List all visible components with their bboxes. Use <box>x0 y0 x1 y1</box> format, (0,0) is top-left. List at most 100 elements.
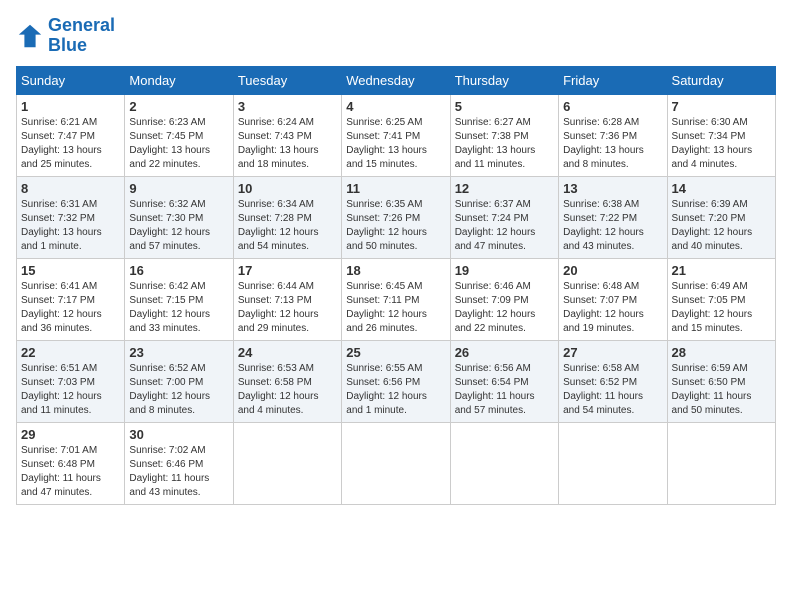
calendar-day-cell: 22 Sunrise: 6:51 AM Sunset: 7:03 PM Dayli… <box>17 340 125 422</box>
logo-text: GeneralBlue <box>48 16 115 56</box>
day-number: 4 <box>346 99 445 114</box>
calendar-day-cell: 2 Sunrise: 6:23 AM Sunset: 7:45 PM Daylig… <box>125 94 233 176</box>
day-number: 23 <box>129 345 228 360</box>
calendar-day-cell: 24 Sunrise: 6:53 AM Sunset: 6:58 PM Dayli… <box>233 340 341 422</box>
day-info: Sunrise: 6:42 AM Sunset: 7:15 PM Dayligh… <box>129 280 228 336</box>
day-info: Sunrise: 6:30 AM Sunset: 7:34 PM Dayligh… <box>672 116 771 172</box>
day-number: 26 <box>455 345 554 360</box>
day-number: 28 <box>672 345 771 360</box>
day-info: Sunrise: 6:46 AM Sunset: 7:09 PM Dayligh… <box>455 280 554 336</box>
calendar-week-row: 22 Sunrise: 6:51 AM Sunset: 7:03 PM Dayli… <box>17 340 776 422</box>
calendar-day-cell: 26 Sunrise: 6:56 AM Sunset: 6:54 PM Dayli… <box>450 340 558 422</box>
day-number: 10 <box>238 181 337 196</box>
day-number: 1 <box>21 99 120 114</box>
calendar-day-cell: 12Sunrise: 6:37 AM Sunset: 7:24 PM Dayli… <box>450 176 558 258</box>
calendar-day-cell: 23 Sunrise: 6:52 AM Sunset: 7:00 PM Dayli… <box>125 340 233 422</box>
logo: GeneralBlue <box>16 16 115 56</box>
day-info: Sunrise: 6:21 AM Sunset: 7:47 PM Dayligh… <box>21 116 120 172</box>
weekday-header: Saturday <box>667 66 775 94</box>
calendar-day-cell: 10Sunrise: 6:34 AM Sunset: 7:28 PM Dayli… <box>233 176 341 258</box>
calendar-day-cell: 6 Sunrise: 6:28 AM Sunset: 7:36 PM Daylig… <box>559 94 667 176</box>
day-info: Sunrise: 6:35 AM Sunset: 7:26 PM Dayligh… <box>346 198 445 254</box>
day-number: 24 <box>238 345 337 360</box>
logo-icon <box>16 22 44 50</box>
calendar-week-row: 1 Sunrise: 6:21 AM Sunset: 7:47 PM Daylig… <box>17 94 776 176</box>
day-info: Sunrise: 6:51 AM Sunset: 7:03 PM Dayligh… <box>21 362 120 418</box>
calendar-day-cell: 1 Sunrise: 6:21 AM Sunset: 7:47 PM Daylig… <box>17 94 125 176</box>
calendar-day-cell: 15Sunrise: 6:41 AM Sunset: 7:17 PM Dayli… <box>17 258 125 340</box>
calendar-day-cell: 27Sunrise: 6:58 AM Sunset: 6:52 PM Dayli… <box>559 340 667 422</box>
day-number: 22 <box>21 345 120 360</box>
calendar-day-cell: 18 Sunrise: 6:45 AM Sunset: 7:11 PM Dayli… <box>342 258 450 340</box>
day-info: Sunrise: 6:23 AM Sunset: 7:45 PM Dayligh… <box>129 116 228 172</box>
day-number: 11 <box>346 181 445 196</box>
day-number: 14 <box>672 181 771 196</box>
day-number: 16 <box>129 263 228 278</box>
weekday-header: Friday <box>559 66 667 94</box>
calendar-day-cell: 21Sunrise: 6:49 AM Sunset: 7:05 PM Dayli… <box>667 258 775 340</box>
day-number: 20 <box>563 263 662 278</box>
calendar-day-cell <box>342 422 450 504</box>
day-info: Sunrise: 6:58 AM Sunset: 6:52 PM Dayligh… <box>563 362 662 418</box>
weekday-header: Wednesday <box>342 66 450 94</box>
day-info: Sunrise: 6:24 AM Sunset: 7:43 PM Dayligh… <box>238 116 337 172</box>
calendar-day-cell: 7 Sunrise: 6:30 AM Sunset: 7:34 PM Daylig… <box>667 94 775 176</box>
day-number: 3 <box>238 99 337 114</box>
calendar-day-cell: 9Sunrise: 6:32 AM Sunset: 7:30 PM Daylig… <box>125 176 233 258</box>
day-info: Sunrise: 6:32 AM Sunset: 7:30 PM Dayligh… <box>129 198 228 254</box>
calendar-day-cell: 19 Sunrise: 6:46 AM Sunset: 7:09 PM Dayli… <box>450 258 558 340</box>
calendar-day-cell: 4 Sunrise: 6:25 AM Sunset: 7:41 PM Daylig… <box>342 94 450 176</box>
day-number: 12 <box>455 181 554 196</box>
day-info: Sunrise: 6:48 AM Sunset: 7:07 PM Dayligh… <box>563 280 662 336</box>
day-number: 7 <box>672 99 771 114</box>
day-number: 17 <box>238 263 337 278</box>
calendar-day-cell: 17Sunrise: 6:44 AM Sunset: 7:13 PM Dayli… <box>233 258 341 340</box>
calendar-day-cell: 8 Sunrise: 6:31 AM Sunset: 7:32 PM Daylig… <box>17 176 125 258</box>
calendar-day-cell: 13 Sunrise: 6:38 AM Sunset: 7:22 PM Dayli… <box>559 176 667 258</box>
day-info: Sunrise: 6:56 AM Sunset: 6:54 PM Dayligh… <box>455 362 554 418</box>
day-info: Sunrise: 6:25 AM Sunset: 7:41 PM Dayligh… <box>346 116 445 172</box>
calendar-body: 1 Sunrise: 6:21 AM Sunset: 7:47 PM Daylig… <box>17 94 776 504</box>
day-number: 25 <box>346 345 445 360</box>
day-number: 15 <box>21 263 120 278</box>
weekday-header: Sunday <box>17 66 125 94</box>
calendar-day-cell: 25Sunrise: 6:55 AM Sunset: 6:56 PM Dayli… <box>342 340 450 422</box>
day-info: Sunrise: 7:02 AM Sunset: 6:46 PM Dayligh… <box>129 444 228 500</box>
calendar-day-cell: 29 Sunrise: 7:01 AM Sunset: 6:48 PM Dayli… <box>17 422 125 504</box>
weekday-header: Monday <box>125 66 233 94</box>
day-info: Sunrise: 6:59 AM Sunset: 6:50 PM Dayligh… <box>672 362 771 418</box>
calendar-day-cell: 20 Sunrise: 6:48 AM Sunset: 7:07 PM Dayli… <box>559 258 667 340</box>
calendar-week-row: 29 Sunrise: 7:01 AM Sunset: 6:48 PM Dayli… <box>17 422 776 504</box>
day-number: 21 <box>672 263 771 278</box>
calendar-table: SundayMondayTuesdayWednesdayThursdayFrid… <box>16 66 776 505</box>
day-number: 8 <box>21 181 120 196</box>
day-number: 13 <box>563 181 662 196</box>
day-info: Sunrise: 6:38 AM Sunset: 7:22 PM Dayligh… <box>563 198 662 254</box>
day-info: Sunrise: 7:01 AM Sunset: 6:48 PM Dayligh… <box>21 444 120 500</box>
weekday-header: Tuesday <box>233 66 341 94</box>
calendar-day-cell: 5 Sunrise: 6:27 AM Sunset: 7:38 PM Daylig… <box>450 94 558 176</box>
day-info: Sunrise: 6:27 AM Sunset: 7:38 PM Dayligh… <box>455 116 554 172</box>
calendar-week-row: 15Sunrise: 6:41 AM Sunset: 7:17 PM Dayli… <box>17 258 776 340</box>
day-number: 18 <box>346 263 445 278</box>
day-number: 30 <box>129 427 228 442</box>
calendar-day-cell: 3 Sunrise: 6:24 AM Sunset: 7:43 PM Daylig… <box>233 94 341 176</box>
day-info: Sunrise: 6:31 AM Sunset: 7:32 PM Dayligh… <box>21 198 120 254</box>
weekday-header: Thursday <box>450 66 558 94</box>
page-header: GeneralBlue <box>16 16 776 56</box>
day-number: 5 <box>455 99 554 114</box>
calendar-day-cell: 14Sunrise: 6:39 AM Sunset: 7:20 PM Dayli… <box>667 176 775 258</box>
day-number: 19 <box>455 263 554 278</box>
day-info: Sunrise: 6:28 AM Sunset: 7:36 PM Dayligh… <box>563 116 662 172</box>
calendar-day-cell <box>667 422 775 504</box>
calendar-day-cell <box>450 422 558 504</box>
day-info: Sunrise: 6:45 AM Sunset: 7:11 PM Dayligh… <box>346 280 445 336</box>
calendar-day-cell <box>233 422 341 504</box>
day-number: 2 <box>129 99 228 114</box>
day-number: 6 <box>563 99 662 114</box>
day-info: Sunrise: 6:53 AM Sunset: 6:58 PM Dayligh… <box>238 362 337 418</box>
day-number: 29 <box>21 427 120 442</box>
weekday-header-row: SundayMondayTuesdayWednesdayThursdayFrid… <box>17 66 776 94</box>
calendar-day-cell: 11 Sunrise: 6:35 AM Sunset: 7:26 PM Dayli… <box>342 176 450 258</box>
day-info: Sunrise: 6:52 AM Sunset: 7:00 PM Dayligh… <box>129 362 228 418</box>
